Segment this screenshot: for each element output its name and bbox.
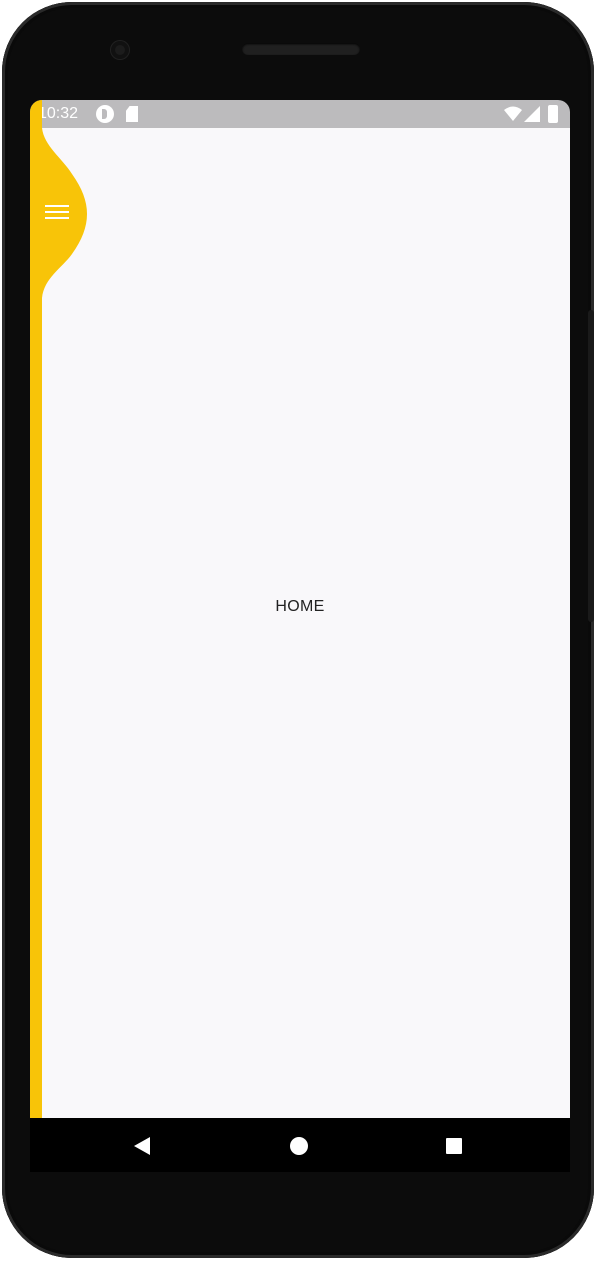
phone-frame: 10:32 HOME — [2, 2, 594, 1258]
app-content: HOME — [30, 100, 570, 1118]
sd-card-icon — [126, 106, 138, 122]
recents-icon[interactable] — [446, 1138, 462, 1154]
screen: 10:32 HOME — [30, 100, 570, 1172]
hamburger-menu-icon[interactable] — [40, 196, 76, 228]
status-time: 10:32 — [38, 105, 79, 122]
wifi-icon — [504, 106, 522, 121]
home-label: HOME — [275, 598, 325, 615]
front-camera — [111, 41, 129, 59]
battery-icon — [548, 105, 558, 123]
pocket-casts-icon — [96, 105, 114, 123]
power-button — [588, 310, 594, 622]
navigation-bar — [30, 1118, 570, 1172]
back-icon[interactable] — [134, 1137, 150, 1155]
home-icon[interactable] — [290, 1137, 308, 1155]
status-bar: 10:32 — [30, 100, 570, 128]
signal-icon — [524, 106, 540, 122]
earpiece-speaker — [242, 43, 360, 55]
